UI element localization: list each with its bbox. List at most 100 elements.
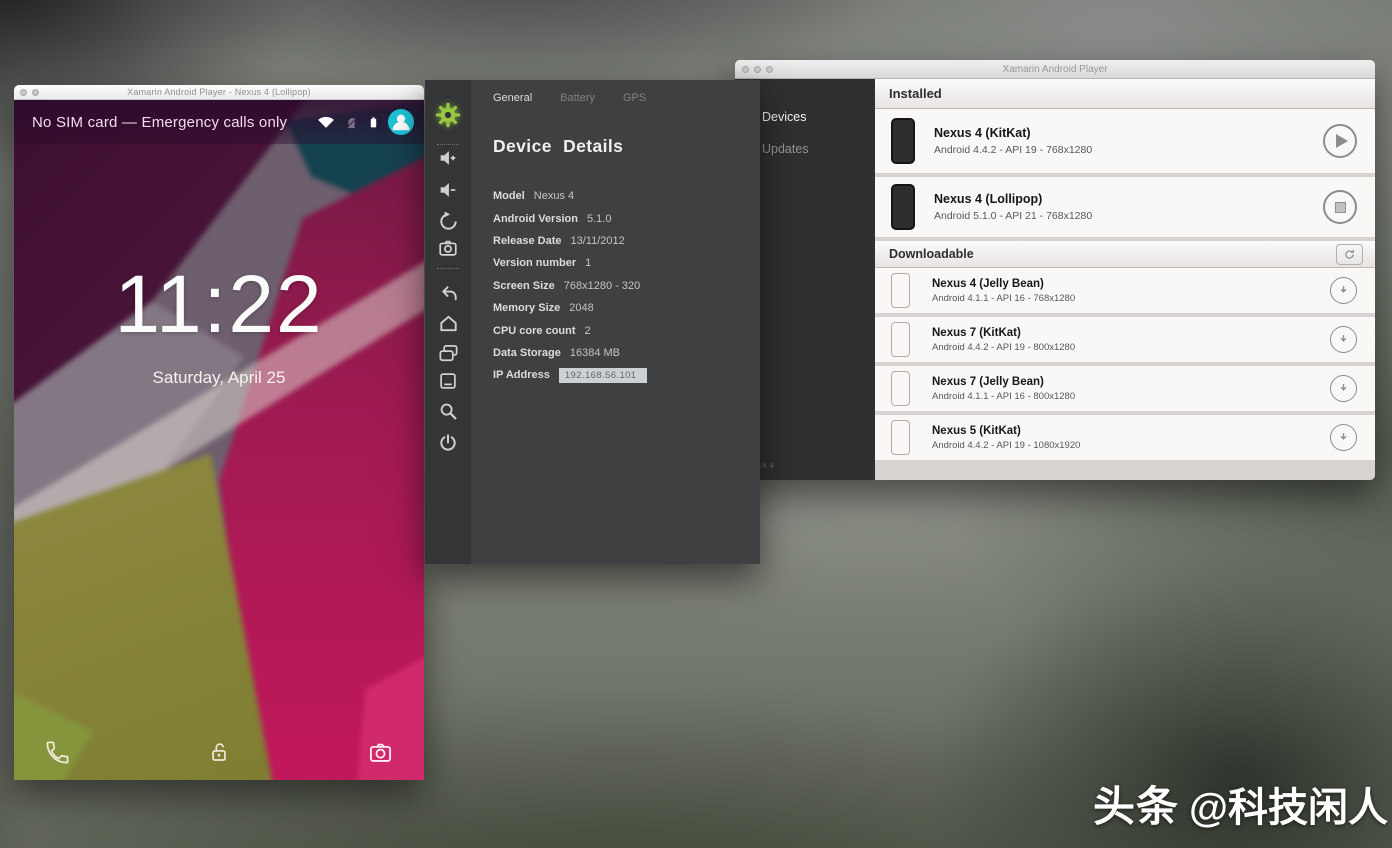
power-icon <box>437 432 459 454</box>
volume-up-icon <box>437 147 459 169</box>
downloadable-device-row[interactable]: Nexus 7 (Jelly Bean) Android 4.1.1 - API… <box>875 366 1375 411</box>
volume-down-button[interactable] <box>425 175 471 205</box>
detail-label: Android Version <box>493 213 578 225</box>
detail-label: Screen Size <box>493 280 555 292</box>
toolbar-divider <box>437 268 459 271</box>
phone-device-icon <box>891 118 915 164</box>
ip-address-field[interactable]: 192.168.56.101 <box>559 368 647 383</box>
detail-value: 768x1280 - 320 <box>564 280 640 292</box>
downloadable-header-label: Downloadable <box>889 247 974 261</box>
back-icon <box>437 282 460 305</box>
download-button[interactable] <box>1330 424 1357 451</box>
device-name: Nexus 7 (Jelly Bean) <box>932 376 1075 388</box>
device-spec: Android 4.4.2 - API 19 - 768x1280 <box>934 144 1092 156</box>
status-bar-text: No SIM card — Emergency calls only <box>32 114 316 131</box>
stop-icon <box>1335 202 1346 213</box>
lockscreen-actions <box>14 739 424 766</box>
wifi-icon <box>316 112 336 132</box>
panel-title: Device Details <box>493 136 760 157</box>
detail-label: Model <box>493 190 525 202</box>
screenshot-camera-icon <box>437 237 459 259</box>
play-button[interactable] <box>1323 124 1357 158</box>
phone-call-icon[interactable] <box>44 739 71 766</box>
device-name: Nexus 4 (Jelly Bean) <box>932 278 1075 290</box>
download-button[interactable] <box>1330 375 1357 402</box>
settings-tabs: General Battery GPS <box>493 92 760 104</box>
lock-icon[interactable] <box>206 740 232 766</box>
camera-icon[interactable] <box>367 739 394 766</box>
tab-gps[interactable]: GPS <box>623 92 646 104</box>
watermark-handle: @科技闲人 <box>1189 775 1388 833</box>
detail-value: 13/11/2012 <box>571 235 625 247</box>
detail-value: 16384 MB <box>570 347 620 359</box>
phone-device-icon <box>891 184 915 230</box>
stop-button[interactable] <box>1323 190 1357 224</box>
installed-device-row[interactable]: Nexus 4 (KitKat) Android 4.4.2 - API 19 … <box>875 109 1375 173</box>
installed-device-row[interactable]: Nexus 4 (Lollipop) Android 5.1.0 - API 2… <box>875 177 1375 237</box>
detail-label: Memory Size <box>493 302 560 314</box>
volume-up-button[interactable] <box>425 143 471 173</box>
phone-window-titlebar[interactable]: Xamarin Android Player - Nexus 4 (Lollip… <box>14 85 424 100</box>
search-button[interactable] <box>425 396 471 426</box>
android-lock-screen: No SIM card — Emergency calls only <box>14 100 424 780</box>
phone-device-icon <box>891 371 910 406</box>
watermark: 头条 @科技闲人 <box>1093 773 1388 834</box>
downloadable-device-row[interactable]: Nexus 5 (KitKat) Android 4.4.2 - API 19 … <box>875 415 1375 460</box>
battery-icon <box>367 112 380 132</box>
device-name: Nexus 7 (KitKat) <box>932 327 1075 339</box>
lockscreen-date: Saturday, April 25 <box>14 368 424 388</box>
download-button[interactable] <box>1330 277 1357 304</box>
manager-window-title: Xamarin Android Player <box>735 64 1375 75</box>
detail-label: Data Storage <box>493 347 561 359</box>
device-name: Nexus 4 (KitKat) <box>934 126 1092 140</box>
detail-label: IP Address <box>493 369 550 381</box>
manager-titlebar[interactable]: Xamarin Android Player <box>735 60 1375 79</box>
watermark-brand: 头条 <box>1093 773 1179 834</box>
device-spec: Android 4.4.2 - API 19 - 1080x1920 <box>932 440 1080 451</box>
device-name: Nexus 5 (KitKat) <box>932 425 1080 437</box>
downloadable-device-row[interactable]: Nexus 4 (Jelly Bean) Android 4.1.1 - API… <box>875 268 1375 313</box>
detail-label: Release Date <box>493 235 562 247</box>
recents-icon <box>437 342 460 365</box>
device-spec: Android 5.1.0 - API 21 - 768x1280 <box>934 210 1092 222</box>
device-spec: Android 4.4.2 - API 19 - 800x1280 <box>932 342 1075 353</box>
detail-value: 1 <box>585 257 591 269</box>
volume-down-icon <box>437 179 459 201</box>
power-button[interactable] <box>425 428 471 458</box>
tab-battery[interactable]: Battery <box>560 92 595 104</box>
back-button[interactable] <box>425 278 471 308</box>
settings-gear-button[interactable] <box>425 100 471 130</box>
screenshot-button[interactable] <box>425 233 471 263</box>
refresh-button[interactable] <box>1336 244 1363 265</box>
menu-icon <box>437 370 459 392</box>
detail-label: Version number <box>493 257 576 269</box>
recents-button[interactable] <box>425 338 471 368</box>
phone-device-icon <box>891 273 910 308</box>
tab-general[interactable]: General <box>493 92 532 104</box>
download-icon <box>1337 284 1350 297</box>
device-manager-window: Xamarin Android Player Devices Updates 0… <box>735 60 1375 480</box>
phone-window-title: Xamarin Android Player - Nexus 4 (Lollip… <box>14 87 424 97</box>
downloadable-device-row[interactable]: Nexus 7 (KitKat) Android 4.4.2 - API 19 … <box>875 317 1375 362</box>
detail-value: Nexus 4 <box>534 190 574 202</box>
device-spec: Android 4.1.1 - API 16 - 800x1280 <box>932 391 1075 402</box>
phone-emulator-window: Xamarin Android Player - Nexus 4 (Lollip… <box>14 85 424 780</box>
detail-value: 2048 <box>569 302 593 314</box>
device-list: Installed Nexus 4 (KitKat) Android 4.4.2… <box>875 79 1375 480</box>
installed-header-label: Installed <box>889 86 942 101</box>
play-icon <box>1336 134 1348 148</box>
search-icon <box>437 400 459 422</box>
device-settings-panel: General Battery GPS Device Details Model… <box>425 80 760 564</box>
detail-label: CPU core count <box>493 325 576 337</box>
phone-device-icon <box>891 322 910 357</box>
download-button[interactable] <box>1330 326 1357 353</box>
detail-value: 5.1.0 <box>587 213 611 225</box>
device-details-list: Model Nexus 4 Android Version 5.1.0 Releas… <box>493 185 760 387</box>
rotate-button[interactable] <box>425 206 471 236</box>
home-button[interactable] <box>425 308 471 338</box>
device-name: Nexus 4 (Lollipop) <box>934 192 1092 206</box>
settings-gear-icon <box>434 101 462 129</box>
user-avatar-icon[interactable] <box>388 109 414 135</box>
menu-button[interactable] <box>425 366 471 396</box>
refresh-icon <box>1343 248 1356 261</box>
